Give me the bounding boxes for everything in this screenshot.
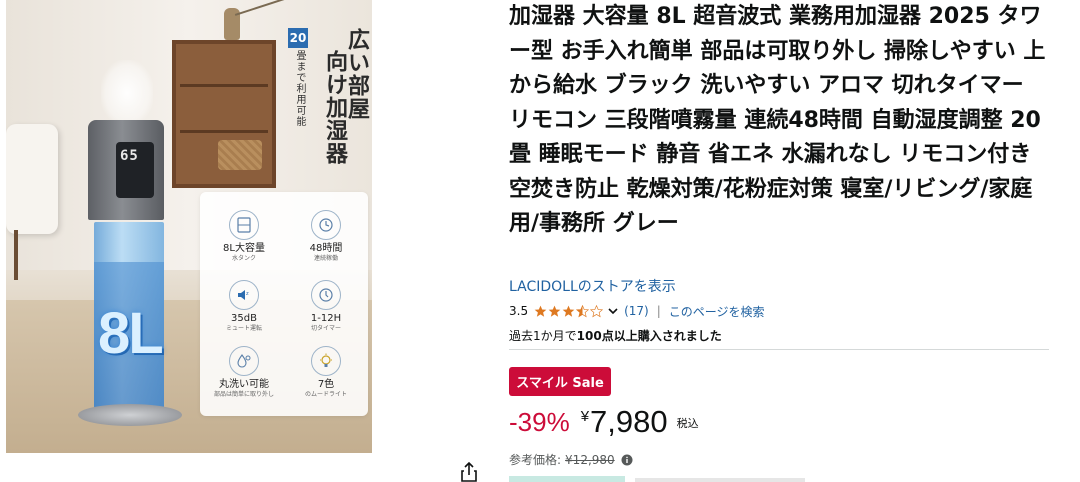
image-shelf-row (180, 84, 268, 87)
feature-item: 8L大容量 水タンク (204, 210, 284, 263)
rating-divider: | (656, 304, 661, 318)
image-mist (101, 60, 153, 126)
feature-sub: ミュート運転 (225, 325, 262, 332)
rating-count-link[interactable]: (17) (624, 304, 649, 318)
tank-icon (229, 210, 259, 240)
sale-badge: スマイル Sale (509, 367, 611, 396)
capacity-badge: 8L (98, 301, 164, 366)
price-value: 7,980 (590, 404, 668, 439)
star-empty-icon (590, 304, 604, 317)
feature-item: z 35dB ミュート運転 (204, 280, 284, 333)
feature-title: 35dB (231, 313, 257, 324)
feature-sub: 切タイマー (310, 325, 341, 332)
svg-text:z: z (246, 291, 249, 297)
star-icon (562, 305, 575, 317)
divider (509, 349, 1049, 350)
star-icon (534, 305, 547, 317)
image-basket (218, 140, 262, 170)
bulb-icon (311, 346, 341, 376)
feature-title: 1-12H (310, 313, 342, 324)
bought-bold: 100点以上購入されました (576, 329, 722, 343)
feature-item: 48時間 連続稼働 (286, 210, 366, 263)
store-link[interactable]: LACIDOLLのストアを表示 (509, 276, 676, 296)
clock-icon (311, 210, 341, 240)
feature-item: 7色 のムードライト (286, 346, 366, 399)
reference-price-row: 参考価格: ¥12,980 (509, 451, 633, 468)
feature-sub: 連続稼働 (313, 255, 338, 262)
feature-card: 8L大容量 水タンク 48時間 連続稼働 z 35dB ミュート運転 1-12H… (200, 192, 368, 416)
product-title: 加湿器 大容量 8L 超音波式 業務用加湿器 2025 タワー型 お手入れ簡単 … (509, 4, 1046, 236)
reference-price: ¥12,980 (565, 452, 615, 467)
feature-item: 丸洗い可能 部品は簡単に取り外し (204, 346, 284, 399)
rating-row: 3.5 (17) | このページを検索 (509, 302, 765, 320)
tax-label: 税込 (676, 417, 699, 430)
chevron-down-icon[interactable] (607, 305, 619, 317)
rating-value: 3.5 (509, 304, 529, 318)
feature-item: 1-12H 切タイマー (286, 280, 366, 333)
image-armchair (6, 124, 58, 234)
image-headline-number: 20 (288, 28, 308, 48)
search-page-link[interactable]: このページを検索 (669, 303, 765, 320)
partial-strip (509, 476, 809, 482)
feature-title: 8L大容量 (223, 243, 265, 254)
price-row: -39% ¥ 7,980 税込 (509, 404, 699, 444)
bought-count: 過去1か月で100点以上購入されました (509, 327, 722, 344)
star-half-icon (576, 304, 590, 317)
image-headline-sub: 畳まで利用可能 (294, 50, 305, 127)
feature-sub: 部品は簡単に取り外し (213, 391, 274, 398)
partial-strip-green (509, 476, 625, 482)
bought-prefix: 過去1か月で (509, 329, 577, 343)
feature-sub: 水タンク (231, 255, 256, 262)
humidifier-display: 65 (120, 148, 139, 164)
reference-price-label: 参考価格: (509, 453, 562, 467)
feature-title: 丸洗い可能 (219, 379, 269, 390)
partial-strip-grey (635, 478, 805, 482)
share-icon[interactable] (458, 461, 480, 482)
image-shelf-row (180, 130, 268, 133)
feature-sub: のムードライト (304, 391, 347, 398)
droplets-icon (229, 346, 259, 376)
image-chair-leg (14, 230, 18, 280)
humidifier-base (78, 404, 182, 426)
timer-icon (311, 280, 341, 310)
product-main-image[interactable]: 65 8L 広い部屋 向け加湿器 20 畳まで利用可能 8L大容量 水タンク 4… (6, 0, 372, 453)
image-headline: 広い部屋 向け加湿器 20 畳まで利用可能 (288, 28, 369, 168)
info-icon[interactable] (621, 454, 633, 466)
feature-title: 48時間 (309, 243, 343, 254)
currency-symbol: ¥ (580, 408, 590, 425)
star-icon (548, 305, 561, 317)
discount-percent: -39% (509, 407, 570, 437)
quiet-icon: z (229, 280, 259, 310)
feature-title: 7色 (317, 379, 335, 390)
rating-stars[interactable] (534, 304, 604, 318)
image-headline-b: 向け加湿器 (322, 50, 347, 165)
